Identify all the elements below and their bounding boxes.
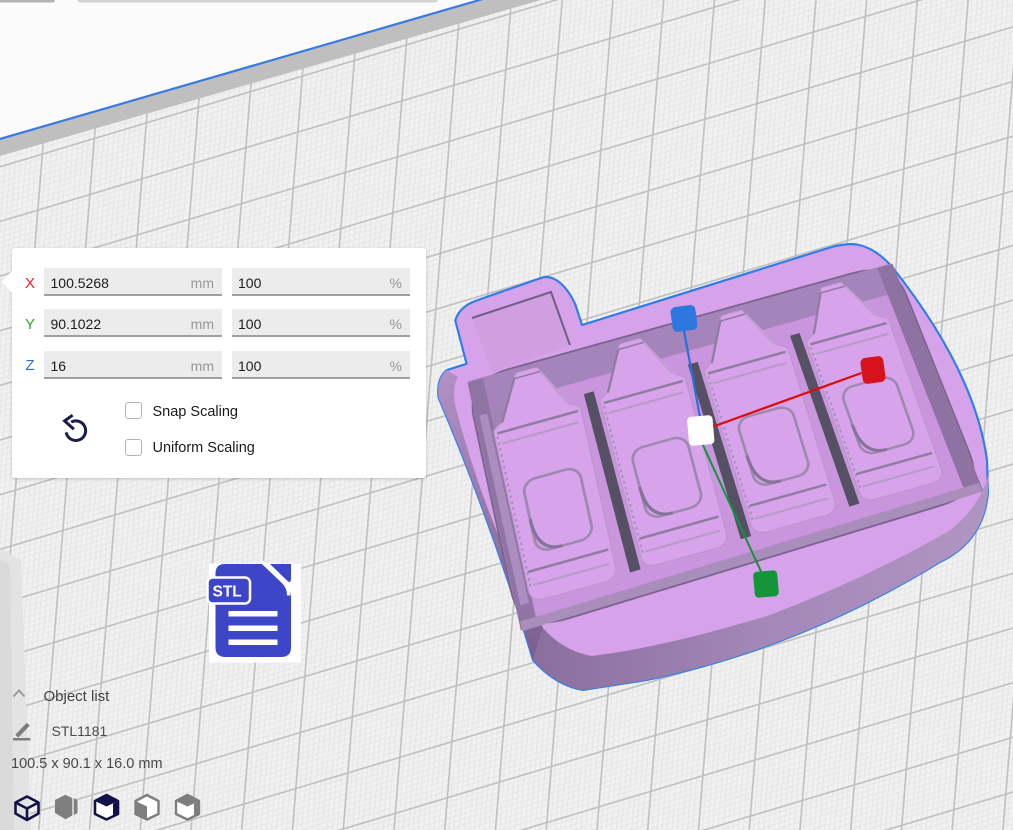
svg-text:STL: STL [213, 584, 242, 601]
